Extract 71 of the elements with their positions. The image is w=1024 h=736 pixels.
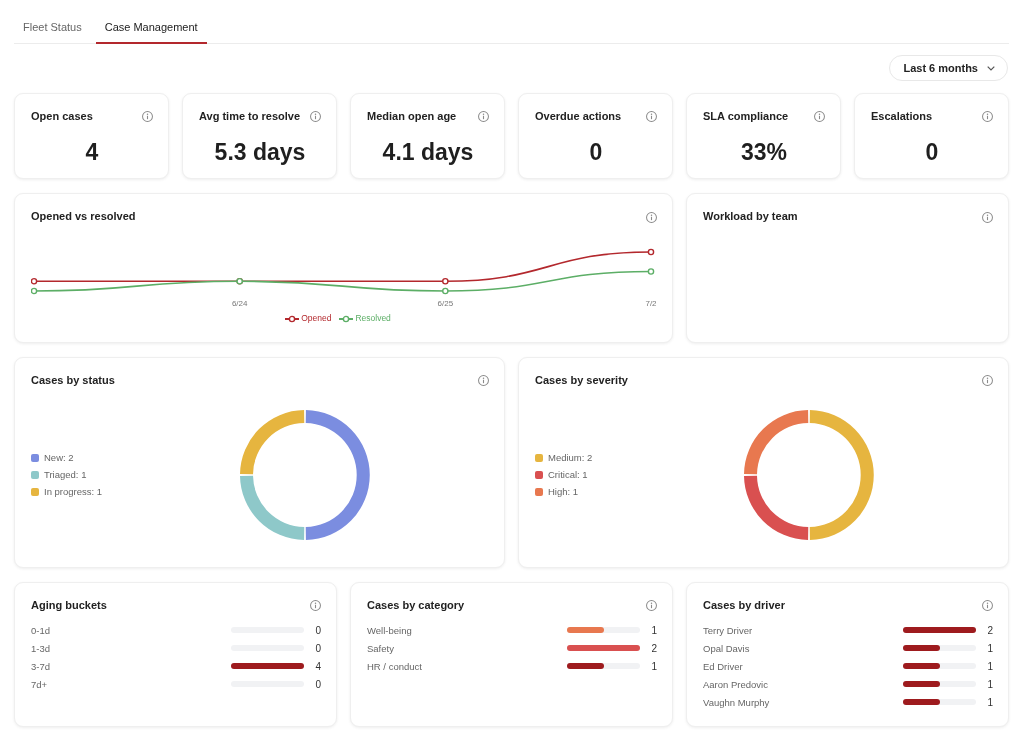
legend-label: Medium: 2 [548,452,593,464]
card-title: Workload by team [703,209,798,223]
card-title: Open cases [31,109,93,123]
tab[interactable]: Case Management [95,18,207,44]
card-title: Avg time to resolve [199,109,301,123]
row-label: Well-being [367,624,413,636]
legend-label: Resolved [355,313,391,324]
row-value: 1 [986,696,993,708]
period-dropdown[interactable]: Last 6 months [889,55,1008,81]
row-label: HR / conduct [367,660,423,672]
row-label: Opal Davis [703,642,751,654]
card-title: Aging buckets [31,598,107,612]
card-title: Cases by status [31,373,115,387]
row-value: 1 [986,660,993,672]
info-icon[interactable] [142,111,153,122]
row-value: 0 [314,678,321,690]
row-value: 2 [650,642,657,654]
row-value: 2 [986,624,993,636]
row-value: 1 [986,678,993,690]
row-value: 0 [314,642,321,654]
row-label: Safety [367,642,395,654]
row-label: Ed Driver [703,660,744,672]
kpi-value: 5.3 days [213,139,307,165]
row-value: 0 [314,624,321,636]
info-icon[interactable] [646,111,657,122]
legend-label: High: 1 [548,486,579,498]
kpi-value: 33% [739,139,788,165]
info-icon[interactable] [310,111,321,122]
card-title: SLA compliance [703,109,789,123]
info-icon[interactable] [310,600,321,611]
row-label: 7d+ [31,678,49,690]
info-icon[interactable] [478,111,489,122]
row-value: 4 [314,660,321,672]
legend-label: Opened [301,313,332,324]
row-label: 0-1d [31,624,51,636]
card-title: Median open age [367,109,457,123]
info-icon[interactable] [478,375,489,386]
legend-label: New: 2 [44,452,74,464]
x-axis-label: 7/2 [645,299,656,308]
row-label: Vaughn Murphy [703,696,771,708]
info-icon[interactable] [814,111,825,122]
legend-label: Triaged: 1 [44,469,87,481]
info-icon[interactable] [982,212,993,223]
card-title: Opened vs resolved [31,209,136,223]
kpi-value: 4 [84,139,100,165]
row-value: 1 [986,642,993,654]
legend-label: Critical: 1 [548,469,588,481]
x-axis-label: 6/24 [231,299,248,308]
card-title: Escalations [871,109,933,123]
kpi-value: 0 [924,139,940,165]
card-title: Cases by category [367,598,465,612]
kpi-value: 4.1 days [381,139,475,165]
info-icon[interactable] [982,111,993,122]
row-value: 1 [650,660,657,672]
card-title: Cases by driver [703,598,785,612]
row-label: 3-7d [31,660,51,672]
row-value: 1 [650,624,657,636]
row-label: 1-3d [31,642,51,654]
chevron-down-icon [987,65,995,71]
x-axis-label: 6/25 [437,299,454,308]
kpi-value: 0 [588,139,604,165]
row-label: Terry Driver [703,624,754,636]
tab[interactable]: Fleet Status [14,18,91,44]
row-label: Aaron Predovic [703,678,769,690]
info-icon[interactable] [646,212,657,223]
legend-label: In progress: 1 [44,486,103,498]
card-title: Overdue actions [535,109,622,123]
card-title: Cases by severity [535,373,628,387]
info-icon[interactable] [982,600,993,611]
info-icon[interactable] [982,375,993,386]
info-icon[interactable] [646,600,657,611]
